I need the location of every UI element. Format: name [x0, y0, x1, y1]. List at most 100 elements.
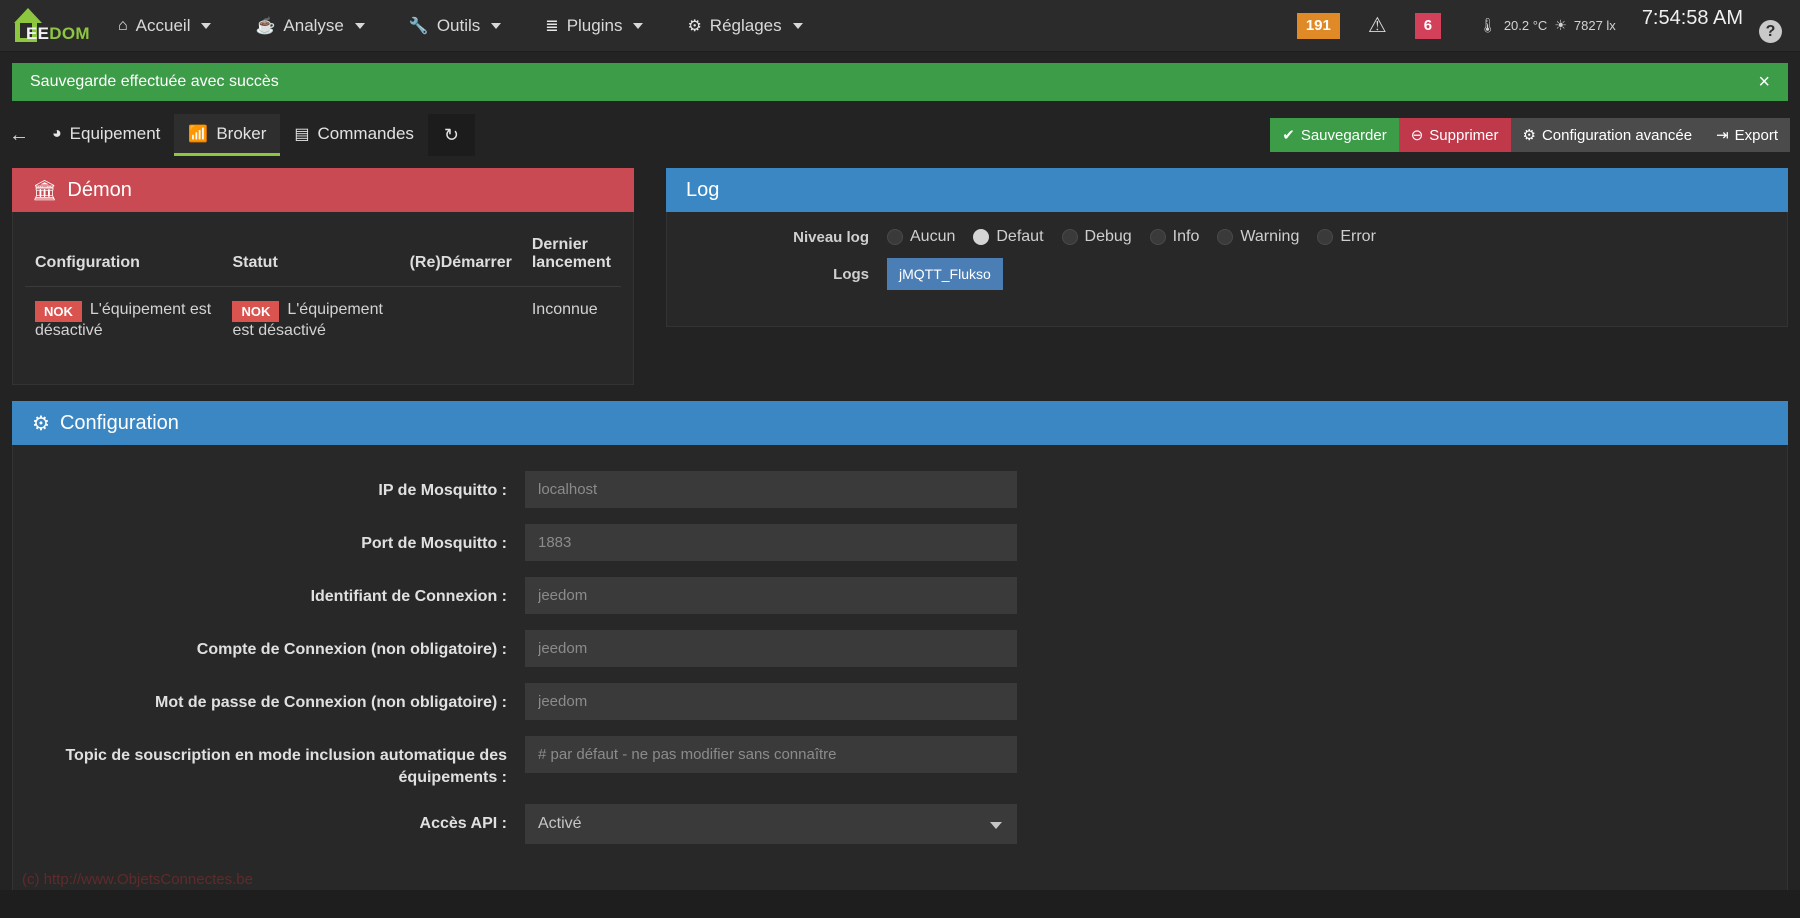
gears-icon: ⚙	[1522, 127, 1536, 144]
daemon-statut-cell: NOK L'équipement est désactivé	[222, 287, 399, 355]
daemon-panel-header: 🏛 Démon	[12, 168, 634, 212]
advanced-config-button-label: Configuration avancée	[1541, 126, 1693, 144]
wrench-icon: 🔧	[408, 17, 429, 35]
configuration-panel-title: Configuration	[59, 411, 179, 434]
equipment-tabbar: ← ◕ Equipement 📶 Broker ▤ Commandes ↻ ✔ …	[0, 114, 1800, 156]
log-panel-header: Log	[666, 168, 1788, 212]
nav-right-group: 191 ⚠ 6 🌡 20.2 °C ☀ 7827 lx 7:54:58 AM ?	[1283, 0, 1800, 52]
warning-triangle-icon[interactable]: ⚠	[1368, 13, 1387, 38]
daemon-panel-body: Configuration Statut (Re)Démarrer Dernie…	[12, 212, 634, 385]
log-level-label: Niveau log	[793, 228, 869, 246]
gauge-icon: ◕	[52, 124, 62, 142]
back-button[interactable]: ←	[0, 114, 38, 156]
radio-dot-icon	[1217, 229, 1234, 245]
message-count-badge[interactable]: 191	[1296, 12, 1340, 39]
logs-jmqtt-flukso-button[interactable]: jMQTT_Flukso	[887, 258, 1003, 290]
help-icon[interactable]: ?	[1759, 20, 1782, 43]
topic-souscription-input[interactable]	[525, 736, 1017, 773]
status-badge: NOK	[35, 301, 82, 322]
radio-log-level-error[interactable]: Error	[1317, 228, 1376, 246]
daemon-col-configuration: Configuration	[25, 230, 223, 287]
chevron-down-icon	[792, 22, 803, 29]
configuration-panel: ⚙ Configuration IP de Mosquitto : Port d…	[12, 401, 1788, 902]
radio-log-level-info[interactable]: Info	[1149, 228, 1200, 246]
port-mosquitto-input[interactable]	[525, 524, 1017, 561]
top-navigation-bar: EEDOM ⌂ Accueil ☕ Analyse 🔧 Outils ≣ Plu…	[0, 0, 1800, 52]
top-panel-row: 🏛 Démon Configuration Statut (Re)Démarre…	[12, 156, 1788, 385]
tab-broker[interactable]: 📶 Broker	[174, 114, 281, 156]
error-count-badge[interactable]: 6	[1414, 12, 1442, 39]
field-ip-mosquitto-label: IP de Mosquitto :	[378, 482, 507, 499]
field-topic-souscription: Topic de souscription en mode inclusion …	[13, 736, 1787, 788]
field-mot-de-passe-connexion-label: Mot de passe de Connexion (non obligatoi…	[154, 694, 507, 711]
nav-menu-analyse[interactable]: ☕ Analyse	[233, 0, 386, 52]
nav-menu-accueil[interactable]: ⌂ Accueil	[96, 0, 233, 52]
bank-icon: 🏛	[32, 179, 58, 202]
field-topic-souscription-label: Topic de souscription en mode inclusion …	[65, 747, 507, 786]
nav-menu-plugins-label: Plugins	[566, 15, 623, 35]
log-panel-body: Niveau log Aucun Defaut Debug Info Warni…	[666, 212, 1788, 327]
daemon-table: Configuration Statut (Re)Démarrer Dernie…	[25, 230, 621, 354]
tab-commandes[interactable]: ▤ Commandes	[280, 114, 428, 156]
radio-dot-icon	[887, 229, 903, 245]
tab-equipement[interactable]: ◕ Equipement	[38, 114, 174, 156]
tab-broker-label: Broker	[216, 123, 267, 143]
mot-de-passe-connexion-input[interactable]	[525, 683, 1017, 720]
close-icon[interactable]: ×	[1758, 72, 1770, 92]
gears-icon: ⚙	[32, 412, 50, 435]
log-panel: Log Niveau log Aucun Defaut Debug Info W…	[666, 168, 1788, 327]
jeedom-logo[interactable]: EEDOM	[0, 0, 96, 52]
field-compte-connexion-label: Compte de Connexion (non obligatoire) :	[196, 641, 507, 658]
field-ip-mosquitto: IP de Mosquitto :	[13, 471, 1787, 508]
delete-button[interactable]: ⊖ Supprimer	[1398, 118, 1511, 152]
radio-log-level-debug[interactable]: Debug	[1061, 228, 1132, 246]
daemon-table-header-row: Configuration Statut (Re)Démarrer Dernie…	[25, 230, 621, 287]
daemon-panel: 🏛 Démon Configuration Statut (Re)Démarre…	[12, 168, 634, 385]
radio-dot-icon	[1317, 229, 1334, 245]
export-button[interactable]: ⇥ Export	[1704, 118, 1790, 152]
temperature-value: 20.2 °C	[1503, 18, 1548, 33]
save-button[interactable]: ✔ Sauvegarder	[1270, 118, 1399, 152]
daemon-panel-title: Démon	[67, 178, 132, 201]
radio-dot-icon	[973, 229, 990, 245]
table-row: NOK L'équipement est désactivé NOK L'équip…	[25, 287, 621, 355]
radio-log-level-warning-label: Warning	[1240, 228, 1300, 245]
minus-circle-icon: ⊖	[1410, 127, 1424, 144]
daemon-restart-cell[interactable]	[400, 287, 522, 355]
list-icon: ≣	[545, 17, 559, 35]
radio-log-level-info-label: Info	[1172, 228, 1200, 245]
tab-equipement-label: Equipement	[69, 123, 161, 143]
acces-api-select[interactable]: Activé	[525, 804, 1017, 845]
main-content: 🏛 Démon Configuration Statut (Re)Démarre…	[0, 156, 1800, 902]
nav-menu-outils[interactable]: 🔧 Outils	[387, 0, 523, 52]
check-circle-icon: ✔	[1282, 127, 1295, 144]
luminosity-value: 7827 lx	[1573, 18, 1616, 33]
radio-dot-icon	[1149, 229, 1166, 245]
radio-log-level-warning[interactable]: Warning	[1217, 228, 1299, 246]
radio-log-level-defaut[interactable]: Defaut	[973, 228, 1044, 246]
configuration-panel-body: IP de Mosquitto : Port de Mosquitto : Id…	[12, 445, 1788, 902]
table-icon: ▤	[294, 125, 310, 143]
thermometer-icon: 🌡	[1479, 17, 1497, 33]
nav-menu-reglages[interactable]: ⚙ Réglages	[665, 0, 824, 52]
ip-mosquitto-input[interactable]	[525, 471, 1017, 508]
sun-icon: ☀	[1554, 17, 1567, 33]
radio-log-level-aucun-label: Aucun	[910, 228, 956, 245]
chevron-down-icon	[990, 822, 1002, 830]
nav-menu-plugins[interactable]: ≣ Plugins	[523, 0, 665, 52]
brand-text-ee: EE	[26, 23, 50, 43]
radio-log-level-aucun[interactable]: Aucun	[887, 228, 955, 246]
field-port-mosquitto: Port de Mosquitto :	[13, 524, 1787, 561]
identifiant-connexion-input[interactable]	[525, 577, 1017, 614]
advanced-config-button[interactable]: ⚙ Configuration avancée	[1510, 118, 1705, 152]
chevron-down-icon	[354, 22, 365, 29]
save-button-label: Sauvegarder	[1300, 126, 1387, 144]
compte-connexion-input[interactable]	[525, 630, 1017, 667]
house-roof-icon	[14, 7, 42, 23]
radio-log-level-debug-label: Debug	[1084, 228, 1132, 245]
home-icon: ⌂	[118, 16, 128, 34]
field-acces-api: Accès API : Activé	[13, 804, 1787, 845]
bottom-bar	[0, 890, 1800, 918]
clock: 7:54:58 AM	[1641, 7, 1743, 29]
refresh-icon[interactable]: ↻	[427, 114, 475, 156]
